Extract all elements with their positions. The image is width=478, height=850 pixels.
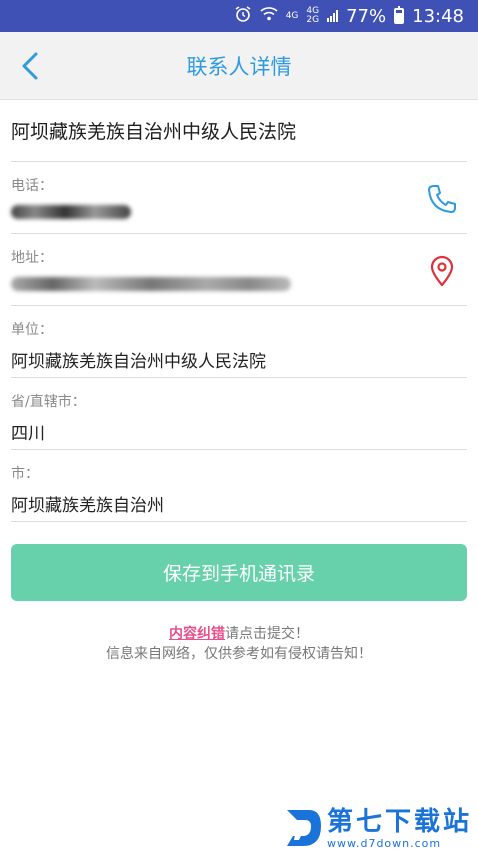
- network-type-label: 4G: [285, 10, 299, 21]
- city-field: 市： 阿坝藏族羌族自治州: [11, 450, 467, 522]
- province-field: 省/直辖市： 四川: [11, 378, 467, 450]
- network-type-label: 2G: [306, 15, 320, 25]
- site-watermark: 第七下载站 www.d7down.com: [283, 806, 472, 850]
- unit-value: 阿坝藏族羌族自治州中级人民法院: [11, 352, 266, 372]
- correction-suffix: 请点击提交！: [225, 626, 309, 642]
- province-value: 四川: [11, 424, 45, 444]
- battery-percent: 77%: [346, 5, 387, 27]
- map-location-button[interactable]: [425, 254, 459, 288]
- address-value-redacted: [11, 277, 291, 291]
- alarm-icon: [234, 5, 252, 28]
- d7-logo-icon: [286, 810, 321, 846]
- title-bar: 联系人详情: [0, 32, 478, 100]
- province-label: 省/直辖市：: [11, 394, 86, 410]
- phone-icon: [428, 185, 456, 213]
- disclaimer-text: 信息来自网络，仅供参考如有侵权请告知！: [106, 646, 372, 662]
- clock-time: 13:48: [412, 5, 464, 27]
- chevron-left-icon: [22, 52, 38, 80]
- back-button[interactable]: [14, 46, 54, 86]
- content-correction-link[interactable]: 内容纠错: [169, 626, 225, 642]
- unit-field: 单位： 阿坝藏族羌族自治州中级人民法院: [11, 306, 467, 378]
- phone-value-redacted: [11, 205, 131, 219]
- contact-details: 阿坝藏族羌族自治州中级人民法院 电话： 地址： 单位： 阿坝藏族羌族自治州中级人…: [11, 100, 467, 522]
- location-pin-icon: [430, 255, 454, 287]
- correction-line: 内容纠错请点击提交！: [0, 624, 478, 644]
- status-bar: 4G 4G 2G 77% 13:48: [0, 0, 478, 32]
- organization-name: 阿坝藏族羌族自治州中级人民法院: [11, 100, 467, 162]
- watermark-url: www.d7down.com: [326, 836, 442, 850]
- footer-note: 内容纠错请点击提交！ 信息来自网络，仅供参考如有侵权请告知！: [0, 624, 478, 664]
- unit-label: 单位：: [11, 322, 53, 338]
- phone-label: 电话：: [11, 178, 53, 194]
- save-to-contacts-button[interactable]: 保存到手机通讯录: [11, 544, 467, 601]
- address-field: 地址：: [11, 234, 467, 306]
- network-4g-indicator: 4G: [285, 10, 299, 21]
- battery-icon: [394, 6, 405, 24]
- phone-field: 电话：: [11, 162, 467, 234]
- wifi-icon: [260, 6, 278, 27]
- call-button[interactable]: [425, 182, 459, 216]
- watermark-title: 第七下载站: [326, 806, 472, 837]
- city-value: 阿坝藏族羌族自治州: [11, 496, 164, 516]
- address-label: 地址：: [11, 250, 53, 266]
- page-title: 联系人详情: [186, 54, 292, 79]
- signal-icon: [327, 10, 339, 22]
- network-dual-indicator: 4G 2G: [306, 7, 319, 25]
- city-label: 市：: [11, 466, 39, 482]
